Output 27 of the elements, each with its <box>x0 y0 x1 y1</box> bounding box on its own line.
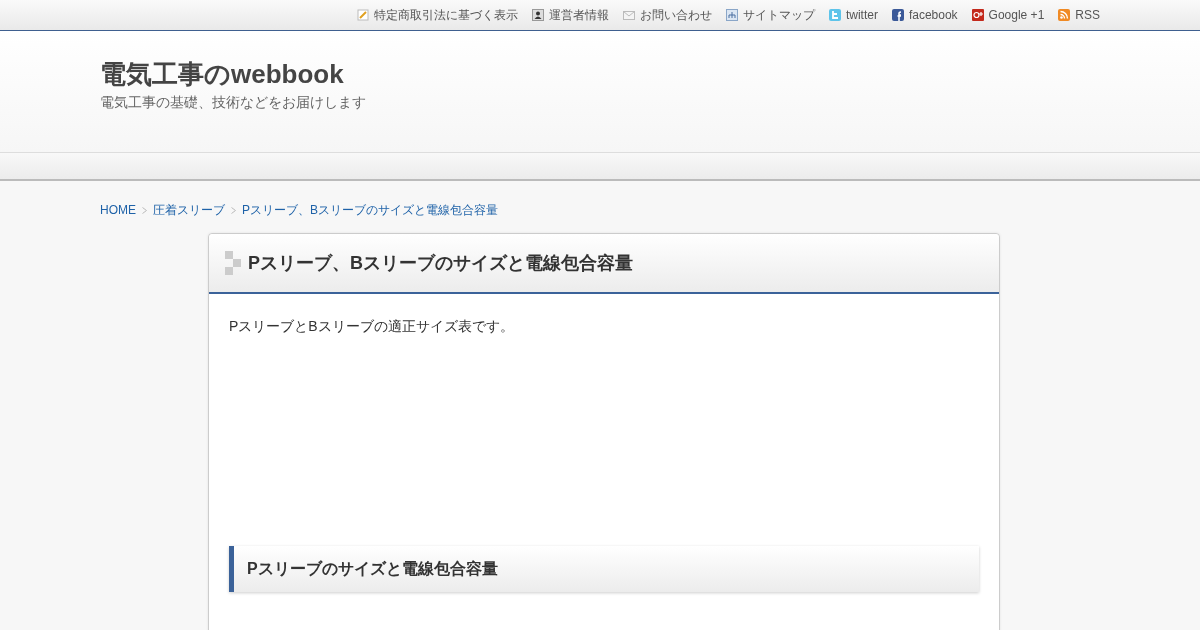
rss-icon <box>1058 9 1071 21</box>
site-tagline: 電気工事の基礎、技術などをお届けします <box>100 94 367 112</box>
memo-icon <box>356 9 369 21</box>
breadcrumb-link[interactable]: HOME <box>100 203 136 217</box>
site-title[interactable]: 電気工事のwebbook <box>100 58 344 90</box>
top-nav-link[interactable]: Google +1 <box>971 8 1045 22</box>
section-heading: Pスリーブのサイズと電線包合容量 <box>247 558 498 579</box>
top-nav-link[interactable]: 運営者情報 <box>531 6 609 24</box>
top-nav-link[interactable]: お問い合わせ <box>622 6 712 24</box>
chevron-icon <box>231 206 236 214</box>
block-bullet-icon <box>225 251 242 275</box>
top-nav-link[interactable]: facebook <box>891 8 958 22</box>
article-title: Pスリーブ、Bスリーブのサイズと電線包合容量 <box>248 252 633 275</box>
facebook-icon <box>891 9 904 21</box>
chevron-icon <box>142 206 147 214</box>
top-nav-link[interactable]: RSS <box>1058 8 1100 22</box>
sitemap-icon <box>725 9 738 21</box>
top-nav-link[interactable]: 特定商取引法に基づく表示 <box>356 6 518 24</box>
mail-icon <box>622 9 635 21</box>
person-icon <box>531 9 544 21</box>
breadcrumb-link[interactable]: Pスリーブ、Bスリーブのサイズと電線包合容量 <box>242 201 498 219</box>
breadcrumb-link[interactable]: 圧着スリーブ <box>153 201 225 219</box>
intro-text: PスリーブとBスリーブの適正サイズ表です。 <box>229 318 515 336</box>
google-plus-icon <box>971 9 984 21</box>
twitter-icon <box>828 9 841 21</box>
top-nav-link[interactable]: twitter <box>828 8 878 22</box>
top-nav-link[interactable]: サイトマップ <box>725 6 815 24</box>
